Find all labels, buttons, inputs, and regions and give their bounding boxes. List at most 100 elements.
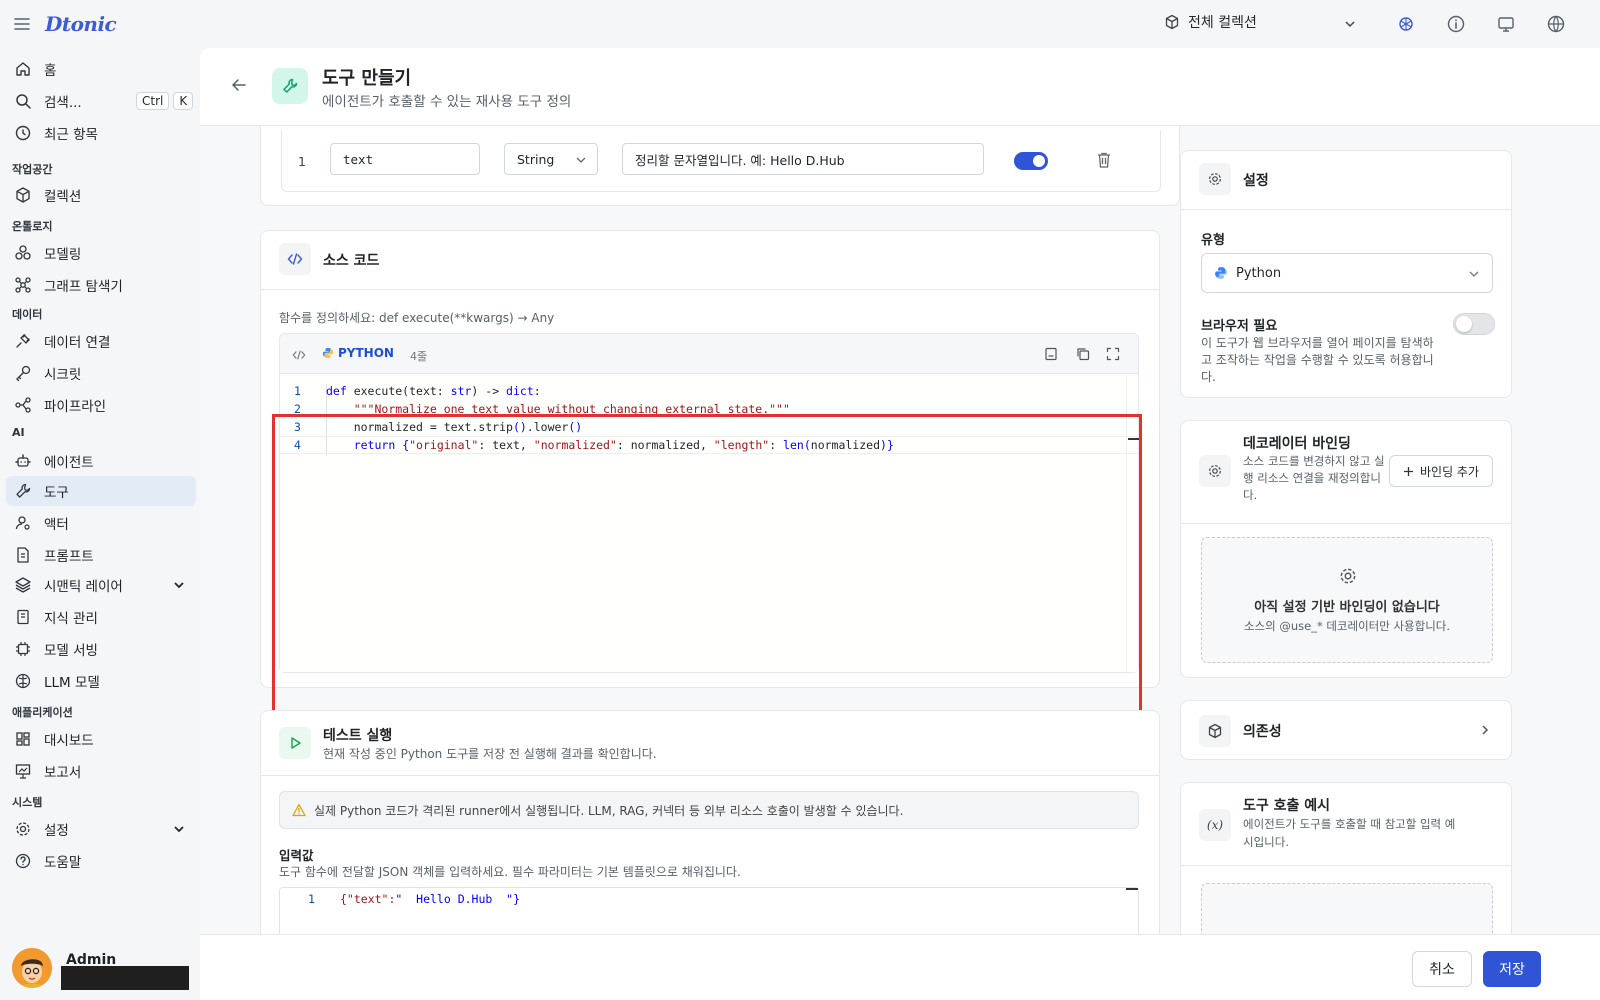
cube-icon xyxy=(16,187,30,203)
sidebar-section-ai: AI xyxy=(12,426,25,439)
param-row-index: 1 xyxy=(298,154,306,169)
sidebar-item-label: 데이터 연결 xyxy=(44,335,111,351)
sidebar-item-collection[interactable]: 컬렉션 xyxy=(6,180,196,210)
ai-assistant-icon[interactable] xyxy=(1396,14,1416,34)
presentation-icon xyxy=(15,764,31,779)
test-input-editor[interactable]: 1 {"text":" Hello D.Hub "} xyxy=(279,887,1139,934)
sidebar-item-settings[interactable]: 설정 xyxy=(6,814,196,844)
call-example-desc: 에이전트가 도구를 호출할 때 참고할 입력 예시입니다. xyxy=(1243,817,1456,849)
sidebar-item-home[interactable]: 홈 xyxy=(6,54,196,84)
sidebar-item-agent[interactable]: 에이전트 xyxy=(6,446,196,476)
fullscreen-icon[interactable] xyxy=(1106,347,1120,361)
sidebar-item-label: 대시보드 xyxy=(44,733,94,749)
decorator-title: 데코레이터 바인딩 xyxy=(1243,436,1351,452)
sidebar-item-help[interactable]: 도움말 xyxy=(6,846,196,876)
test-run-card: 테스트 실행 현재 작성 중인 Python 도구를 저장 전 실행해 결과를 … xyxy=(260,710,1160,934)
sidebar-item-label: 보고서 xyxy=(44,765,82,781)
line-count: 4줄 xyxy=(410,350,428,363)
code-editor[interactable]: 1 def execute(text: str) -> dict: 2 """No… xyxy=(280,376,1140,672)
sidebar-item-label: 액터 xyxy=(44,517,69,533)
content-area: 1 text String 정리할 문자열입니다. 예: Hello D.Hub… xyxy=(200,126,1600,934)
info-icon[interactable] xyxy=(1446,14,1466,34)
add-binding-button[interactable]: 바인딩 추가 xyxy=(1389,455,1493,487)
dependencies-title: 의존성 xyxy=(1243,724,1282,740)
code-editor-toolbar: PYTHON 4줄 xyxy=(280,334,1138,374)
trash-icon[interactable] xyxy=(1096,151,1112,169)
collection-selector-label: 전체 컬렉션 xyxy=(1188,15,1257,31)
sidebar-item-actor[interactable]: 액터 xyxy=(6,508,196,538)
call-example-card: (x) 도구 호출 예시 에이전트가 도구를 호출할 때 참고할 입력 예시입니… xyxy=(1180,782,1512,934)
function-icon: (x) xyxy=(1199,809,1231,841)
layers-icon xyxy=(15,577,31,593)
sidebar-item-label: 모델 서빙 xyxy=(44,643,98,659)
copy-icon[interactable] xyxy=(1076,347,1090,361)
binding-empty-desc: 소스의 @use_* 데코레이터만 사용합니다. xyxy=(1243,619,1451,633)
sidebar-item-label: 설정 xyxy=(44,823,69,839)
sidebar-item-dashboard[interactable]: 대시보드 xyxy=(6,724,196,754)
cancel-button[interactable]: 취소 xyxy=(1412,951,1472,987)
sidebar: 홈 검색... Ctrl K 최근 항목 작업공간 컬렉션 온톨로지 모델링 그래… xyxy=(0,48,200,1000)
param-description-input[interactable]: 정리할 문자열입니다. 예: Hello D.Hub xyxy=(622,143,984,175)
param-type-select[interactable]: String xyxy=(504,143,598,175)
sidebar-item-pipeline[interactable]: 파이프라인 xyxy=(6,390,196,420)
shortcut-key-ctrl: Ctrl xyxy=(136,92,170,110)
globe-icon[interactable] xyxy=(1546,14,1566,34)
browser-required-toggle[interactable] xyxy=(1453,313,1495,335)
code-icon xyxy=(279,243,311,275)
dependencies-card[interactable]: 의존성 xyxy=(1180,700,1512,760)
browser-required-label: 브라우저 필요 xyxy=(1201,319,1278,334)
chevron-right-icon xyxy=(1482,725,1489,735)
sidebar-item-modeling[interactable]: 모델링 xyxy=(6,238,196,268)
sidebar-item-recent[interactable]: 최근 항목 xyxy=(6,118,196,148)
sidebar-item-label: 검색... xyxy=(44,95,82,111)
type-select[interactable]: Python xyxy=(1201,253,1493,293)
sidebar-item-data-connection[interactable]: 데이터 연결 xyxy=(6,326,196,356)
chevron-down-icon xyxy=(174,582,184,589)
sidebar-section-data: 데이터 xyxy=(12,308,43,321)
hamburger-menu-icon[interactable] xyxy=(12,14,32,34)
sidebar-item-graph[interactable]: 그래프 탐색기 xyxy=(6,270,196,300)
sidebar-item-knowledge[interactable]: 지식 관리 xyxy=(6,602,196,632)
warning-text: 실제 Python 코드가 격리된 runner에서 실행됩니다. LLM, R… xyxy=(314,803,904,818)
sidebar-section-apps: 애플리케이션 xyxy=(12,706,73,719)
chevron-down-icon xyxy=(576,157,586,163)
chevron-down-icon[interactable] xyxy=(1342,16,1358,32)
user-profile[interactable]: Admin xyxy=(12,948,189,990)
back-arrow-icon[interactable] xyxy=(230,76,248,94)
dashboard-icon xyxy=(16,732,30,746)
source-code-title: 소스 코드 xyxy=(323,253,380,269)
sidebar-item-model-serving[interactable]: 모델 서빙 xyxy=(6,634,196,664)
top-bar: Dtonic 전체 컬렉션 xyxy=(0,0,1600,48)
browser-required-desc: 이 도구가 웹 브라우저를 열어 페이지를 탐색하고 조작하는 작업을 수행할 … xyxy=(1201,336,1434,384)
format-icon[interactable] xyxy=(1044,347,1058,361)
brand-logo[interactable]: Dtonic xyxy=(45,12,117,36)
sidebar-item-secret[interactable]: 시크릿 xyxy=(6,358,196,388)
bot-icon xyxy=(15,454,31,467)
main-panel: 도구 만들기 에이전트가 호출할 수 있는 재사용 도구 정의 1 text S… xyxy=(200,48,1600,1000)
python-icon xyxy=(1215,267,1227,279)
sidebar-item-search[interactable]: 검색... Ctrl K xyxy=(6,86,196,116)
sidebar-item-llm-model[interactable]: LLM 모델 xyxy=(6,666,196,696)
param-required-toggle[interactable] xyxy=(1014,152,1048,170)
gear-icon xyxy=(16,822,30,836)
chevron-down-icon xyxy=(1469,271,1479,277)
sidebar-item-tool[interactable]: 도구 xyxy=(6,476,196,506)
collection-selector[interactable]: 전체 컬렉션 xyxy=(1164,12,1257,32)
input-hint: 도구 함수에 전달할 JSON 객체를 입력하세요. 필수 파라미터는 기본 템… xyxy=(279,865,741,879)
sidebar-item-prompt[interactable]: 프롬프트 xyxy=(6,540,196,570)
page-subtitle: 에이전트가 호출할 수 있는 재사용 도구 정의 xyxy=(322,94,572,110)
decorator-desc: 소스 코드를 변경하지 않고 실행 리소스 연결을 재정의합니다. xyxy=(1243,454,1385,502)
source-code-hint: 함수를 정의하세요: def execute(**kwargs) → Any xyxy=(279,311,555,325)
help-icon xyxy=(15,853,31,869)
redacted-email xyxy=(61,966,189,990)
sidebar-item-report[interactable]: 보고서 xyxy=(6,756,196,786)
gear-icon xyxy=(1338,566,1358,586)
param-name-input[interactable]: text xyxy=(330,143,480,175)
page-header: 도구 만들기 에이전트가 호출할 수 있는 재사용 도구 정의 xyxy=(200,48,1600,126)
avatar xyxy=(12,948,52,988)
save-button[interactable]: 저장 xyxy=(1483,951,1541,987)
monitor-icon[interactable] xyxy=(1496,14,1516,34)
package-icon xyxy=(1199,715,1231,747)
sidebar-item-label: 도구 xyxy=(44,485,69,501)
sidebar-item-semantic-layer[interactable]: 시맨틱 레이어 xyxy=(6,570,196,600)
